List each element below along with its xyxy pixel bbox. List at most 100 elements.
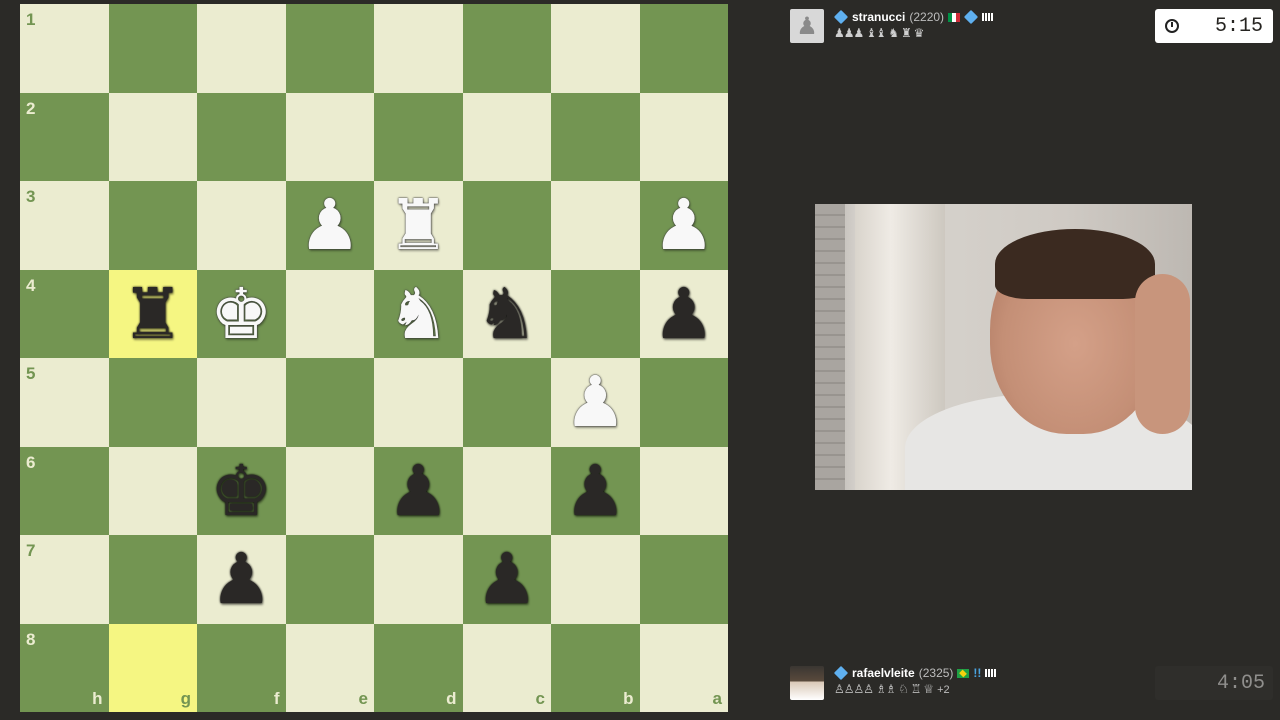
rank-label: 2: [26, 98, 36, 118]
square-f4[interactable]: ♚: [197, 269, 286, 359]
square-d7[interactable]: [374, 535, 463, 624]
square-e8[interactable]: e: [285, 623, 374, 712]
square-a5[interactable]: [639, 358, 728, 447]
rank-label: 1: [26, 10, 36, 29]
black-pawn-piece[interactable]: ♟: [640, 270, 729, 359]
bottom-player-name[interactable]: rafaelvleite: [852, 666, 915, 680]
square-g1[interactable]: [108, 4, 197, 93]
square-c1[interactable]: [462, 4, 551, 93]
chess-board[interactable]: 1 2 3 ♟ ♜ ♟ 4 ♜ ♚ ♞ ♞ ♟ 5 ♟ 6 ♚ ♟ ♟ 7 ♟ ♟ 8 h g f e d c b a: [20, 4, 728, 712]
square-d2[interactable]: [374, 92, 463, 181]
square-b5[interactable]: ♟: [551, 358, 640, 447]
square-c2[interactable]: [462, 92, 551, 181]
square-h4[interactable]: 4: [20, 269, 109, 358]
square-a6[interactable]: [639, 446, 728, 535]
square-b3[interactable]: [551, 181, 640, 270]
square-f6[interactable]: ♚: [197, 446, 286, 536]
square-c4[interactable]: ♞: [462, 269, 552, 359]
white-knight-piece[interactable]: ♞: [374, 270, 463, 359]
white-king-piece[interactable]: ♚: [197, 270, 286, 359]
rank-label: 4: [26, 275, 36, 295]
black-pawn-piece[interactable]: ♟: [197, 535, 286, 624]
black-pawn-piece[interactable]: ♟: [551, 447, 640, 536]
square-e2[interactable]: [285, 92, 374, 181]
square-b1[interactable]: [551, 4, 640, 93]
square-g6[interactable]: [108, 446, 197, 535]
square-f5[interactable]: [197, 358, 286, 447]
square-g8[interactable]: g: [108, 623, 197, 712]
square-h7[interactable]: 7: [20, 535, 109, 624]
rank-label: 3: [26, 187, 36, 206]
square-d1[interactable]: [374, 4, 463, 93]
white-pawn-piece[interactable]: ♟: [551, 358, 640, 447]
clock-icon: [1165, 19, 1179, 33]
square-f8[interactable]: f: [197, 623, 286, 712]
black-pawn-piece[interactable]: ♟: [374, 447, 463, 536]
black-pawn-piece[interactable]: ♟: [463, 535, 552, 624]
square-a4[interactable]: ♟: [639, 269, 729, 359]
square-f2[interactable]: [197, 92, 286, 181]
square-a3[interactable]: ♟: [639, 181, 729, 270]
white-rook-piece[interactable]: ♜: [374, 181, 463, 270]
rank-label: 7: [26, 541, 36, 560]
rank-label: 6: [26, 452, 36, 472]
square-e3[interactable]: ♟: [285, 181, 375, 270]
square-b8[interactable]: b: [551, 623, 640, 712]
top-player-avatar[interactable]: ♟: [790, 9, 824, 43]
italy-flag-icon: [948, 12, 961, 22]
white-pawn-piece[interactable]: ♟: [286, 181, 375, 270]
square-e5[interactable]: [285, 358, 374, 447]
square-h8[interactable]: 8h: [20, 623, 109, 712]
file-label: b: [623, 689, 634, 708]
square-e1[interactable]: [285, 4, 374, 93]
square-h3[interactable]: 3: [20, 181, 109, 270]
square-a7[interactable]: [639, 535, 728, 624]
square-f3[interactable]: [197, 181, 286, 270]
square-d8[interactable]: d: [374, 623, 463, 712]
square-a1[interactable]: [639, 4, 728, 93]
square-h6[interactable]: 6: [20, 446, 109, 535]
square-c3[interactable]: [462, 181, 551, 270]
square-d4[interactable]: ♞: [374, 269, 463, 359]
diamond-membership-icon: [833, 9, 849, 25]
square-g3[interactable]: [108, 181, 197, 270]
square-d5[interactable]: [374, 358, 463, 447]
square-g5[interactable]: [108, 358, 197, 447]
rank-label: 8: [26, 629, 36, 649]
file-label: a: [712, 689, 722, 708]
black-knight-piece[interactable]: ♞: [463, 270, 552, 359]
square-f7[interactable]: ♟: [197, 535, 286, 624]
bottom-player-avatar[interactable]: [790, 666, 824, 700]
top-clock: 5:15: [1155, 9, 1273, 43]
square-g7[interactable]: [108, 535, 197, 624]
square-h2[interactable]: 2: [20, 92, 109, 181]
top-player-name[interactable]: stranucci: [852, 10, 905, 24]
file-label: d: [446, 689, 457, 708]
square-e4[interactable]: [285, 269, 374, 358]
square-c7[interactable]: ♟: [462, 535, 552, 624]
square-h5[interactable]: 5: [20, 358, 109, 447]
square-b2[interactable]: [551, 92, 640, 181]
square-f1[interactable]: [197, 4, 286, 93]
square-b6[interactable]: ♟: [551, 446, 640, 536]
square-g2[interactable]: [108, 92, 197, 181]
square-c6[interactable]: [462, 446, 551, 535]
square-c8[interactable]: c: [462, 623, 551, 712]
diamond-membership-icon: [833, 665, 849, 681]
square-a2[interactable]: [639, 92, 728, 181]
square-c5[interactable]: [462, 358, 551, 447]
square-e6[interactable]: [285, 446, 374, 535]
file-label: e: [358, 689, 368, 708]
square-b7[interactable]: [551, 535, 640, 624]
square-d6[interactable]: ♟: [374, 446, 463, 536]
square-d3[interactable]: ♜: [374, 181, 463, 270]
square-g4[interactable]: ♜: [108, 269, 198, 359]
black-king-piece[interactable]: ♚: [197, 447, 286, 536]
square-e7[interactable]: [285, 535, 374, 624]
square-a8[interactable]: a: [639, 623, 728, 712]
square-h1[interactable]: 1: [20, 4, 109, 93]
black-rook-piece[interactable]: ♜: [109, 270, 198, 359]
white-pawn-piece[interactable]: ♟: [640, 181, 729, 270]
square-b4[interactable]: [551, 269, 640, 358]
connection-bars-icon: [982, 13, 994, 21]
